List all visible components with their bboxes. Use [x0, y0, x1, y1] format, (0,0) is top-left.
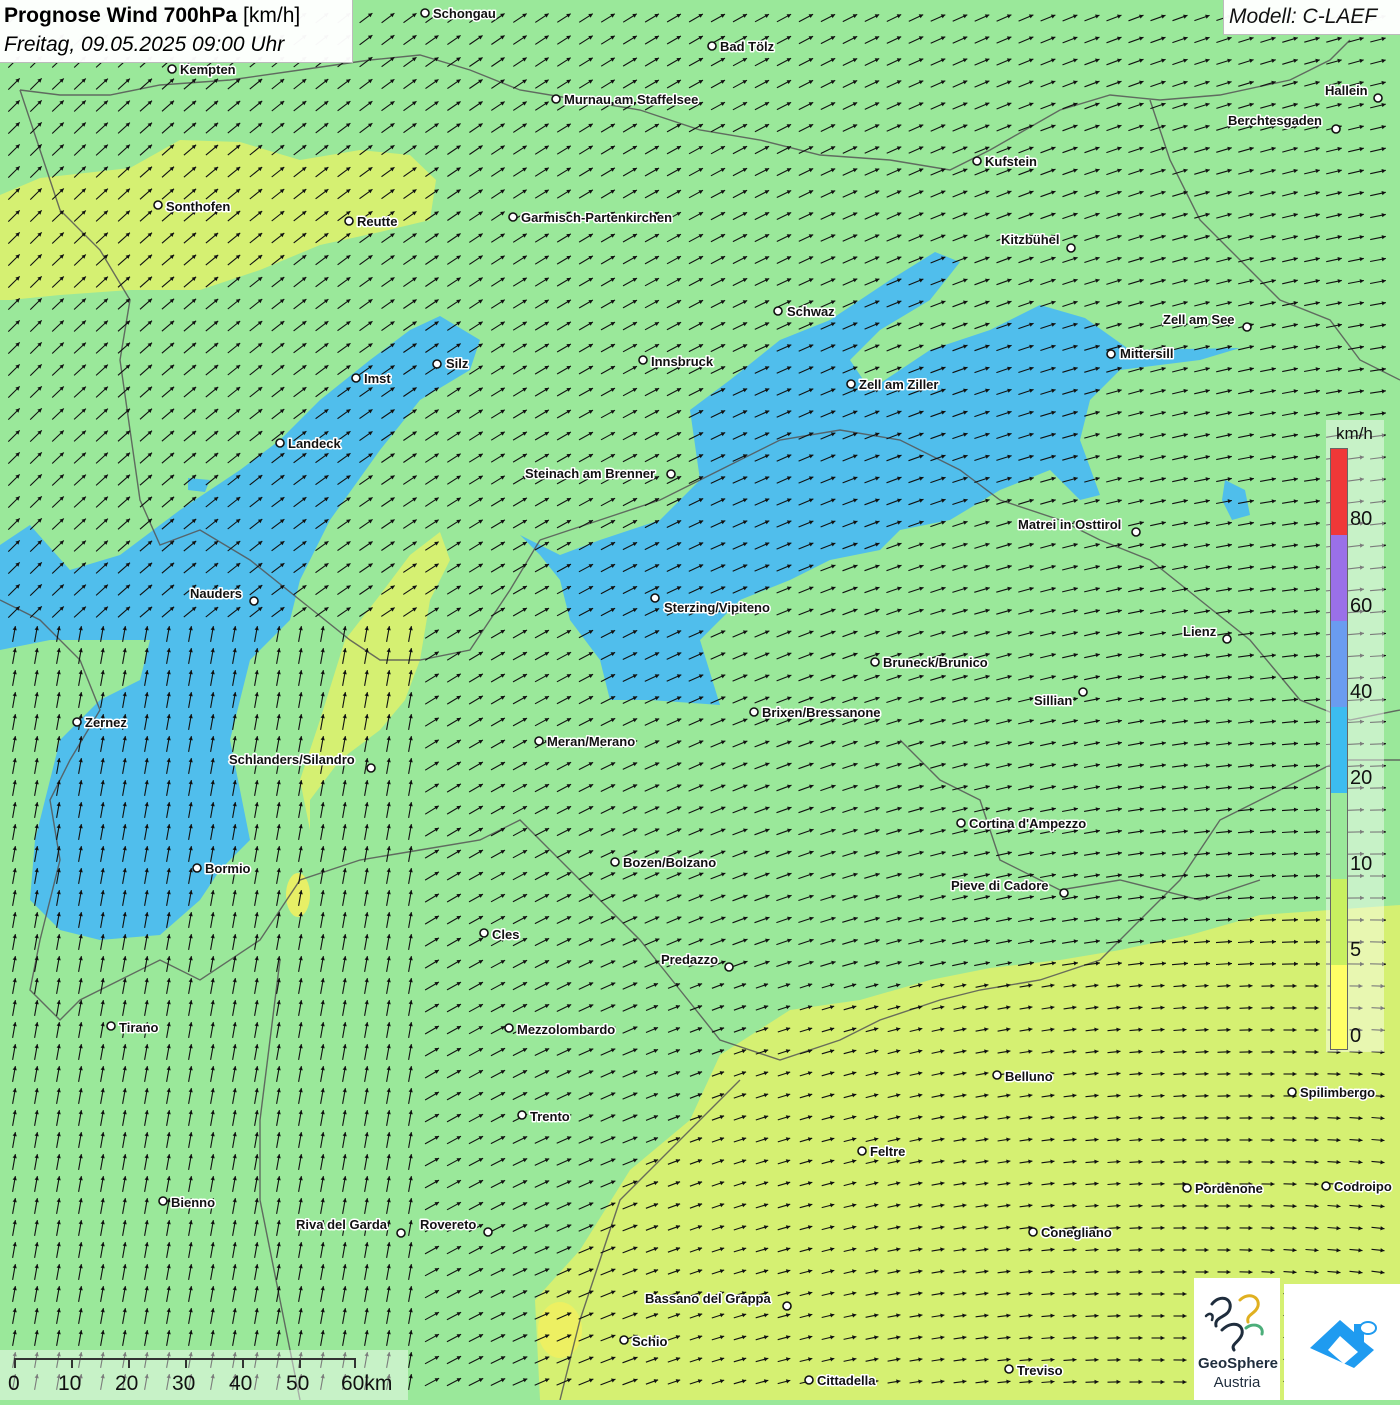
- wind-map: Schongau Bad Tölz Kempten Murnau am Staf…: [0, 0, 1400, 1400]
